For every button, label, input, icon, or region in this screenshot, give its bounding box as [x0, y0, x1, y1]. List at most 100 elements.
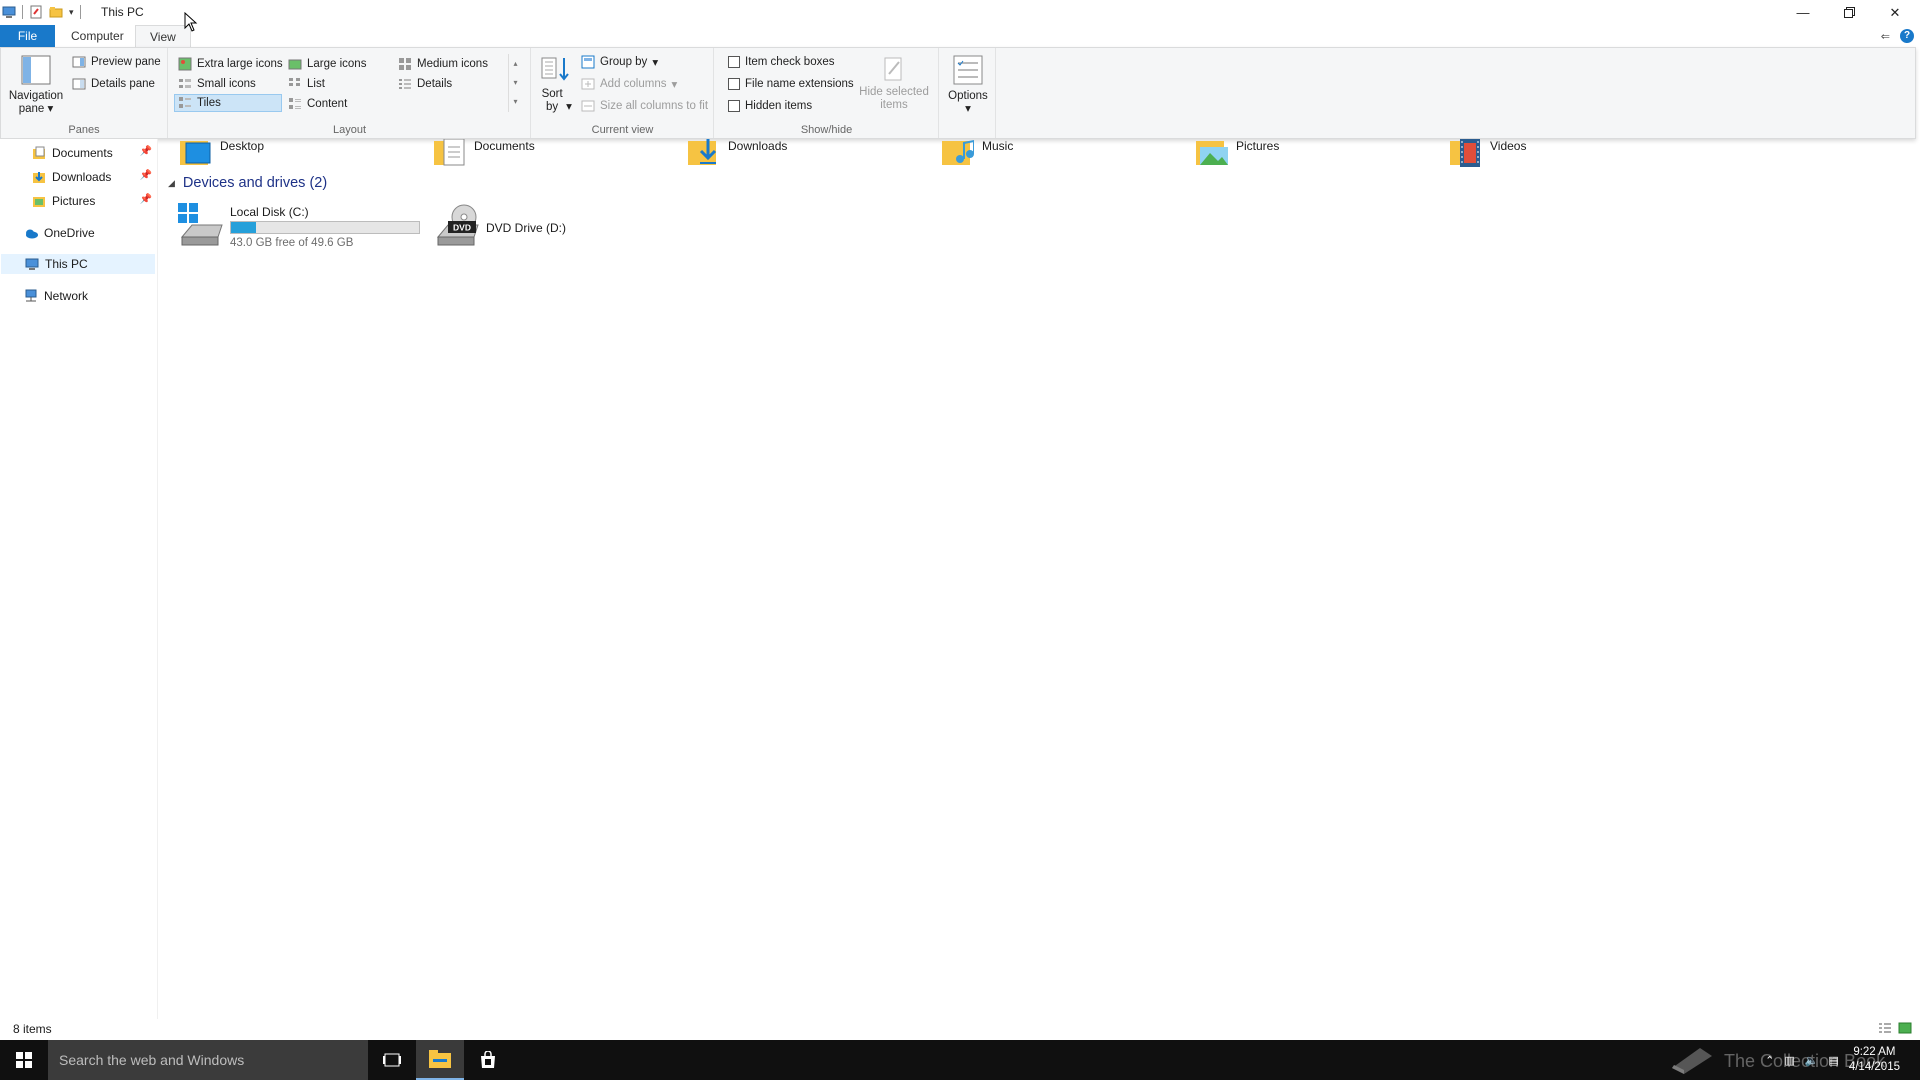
divider: [22, 5, 23, 19]
sort-by-button[interactable]: Sort by ▾: [538, 54, 572, 114]
ribbon-view: Navigation pane ▾ Preview pane Details p…: [0, 47, 1916, 139]
details-view-icon[interactable]: [1878, 1022, 1892, 1037]
layout-content[interactable]: Content: [285, 95, 350, 113]
collapse-triangle-icon[interactable]: ◢: [168, 178, 175, 189]
minimize-ribbon-icon[interactable]: ⇐: [1881, 30, 1890, 43]
task-view-button[interactable]: [368, 1040, 416, 1080]
nav-item-onedrive[interactable]: OneDrive: [0, 222, 156, 244]
close-button[interactable]: ✕: [1872, 0, 1918, 25]
nav-item-documents[interactable]: Documents 📌: [0, 142, 156, 164]
layout-large-icons[interactable]: Large icons: [285, 55, 369, 73]
nav-item-pictures[interactable]: Pictures 📌: [0, 190, 156, 212]
volume-icon[interactable]: 🔈: [1805, 1054, 1819, 1067]
layout-extra-large-icons[interactable]: Extra large icons: [175, 55, 286, 73]
divider: [79, 5, 81, 19]
task-view-icon: [383, 1053, 401, 1067]
start-button[interactable]: [0, 1040, 48, 1080]
folder-pictures[interactable]: Pictures: [1196, 139, 1279, 169]
store-taskbar-button[interactable]: [464, 1040, 512, 1080]
navigation-pane-button[interactable]: Navigation pane ▾: [5, 54, 67, 116]
ribbon-tabs: File Computer View ⇐ ?: [0, 25, 1920, 47]
taskbar: Search the web and Windows The Collectio…: [0, 1040, 1920, 1080]
panes-group: Navigation pane ▾ Preview pane Details p…: [1, 48, 168, 138]
size-all-columns-button[interactable]: Size all columns to fit: [578, 97, 711, 115]
windows-logo-icon: [16, 1052, 32, 1068]
list-icon: [288, 77, 302, 91]
folder-desktop[interactable]: Desktop: [180, 139, 264, 169]
options-button[interactable]: Options ▾: [944, 54, 992, 116]
layout-details[interactable]: Details: [395, 75, 455, 93]
nav-item-downloads[interactable]: Downloads 📌: [0, 166, 156, 188]
item-check-boxes-checkbox[interactable]: [728, 56, 740, 68]
desktop-folder-icon: [180, 139, 212, 167]
details-pane-button[interactable]: Details pane: [69, 75, 158, 93]
group-by-button[interactable]: Group by ▾: [578, 53, 661, 71]
preview-pane-button[interactable]: Preview pane: [69, 53, 164, 71]
layout-tiles[interactable]: Tiles: [174, 94, 282, 112]
action-center-icon[interactable]: ▤: [1828, 1054, 1838, 1067]
documents-icon: [32, 146, 46, 160]
folder-downloads[interactable]: Downloads: [688, 139, 787, 169]
layout-group-label: Layout: [332, 124, 367, 136]
folder-videos[interactable]: Videos: [1450, 139, 1526, 169]
navigation-pane: Documents 📌 Downloads 📌 Pictures 📌 OneDr…: [0, 139, 158, 1019]
drive-d[interactable]: DVD DVD Drive (D:): [434, 201, 634, 251]
downloads-icon: [32, 170, 46, 184]
pin-icon[interactable]: 📌: [140, 194, 152, 205]
layout-gallery-scroll[interactable]: ▴ ▾ ▾: [508, 54, 522, 112]
taskbar-search-box[interactable]: Search the web and Windows: [48, 1040, 368, 1080]
mouse-cursor: [184, 11, 198, 32]
local-disk-icon: [178, 203, 224, 247]
nav-item-this-pc[interactable]: This PC: [0, 253, 156, 275]
current-view-group: Sort by ▾ Group by ▾ Add columns ▾ Size a…: [532, 48, 714, 138]
pin-icon[interactable]: 📌: [140, 146, 152, 157]
tab-computer[interactable]: Computer: [57, 25, 138, 47]
tab-view[interactable]: View: [135, 25, 191, 47]
extra-large-icons-icon: [178, 57, 192, 71]
current-view-group-label: Current view: [591, 124, 654, 136]
hidden-items-checkbox[interactable]: [728, 100, 740, 112]
add-columns-button[interactable]: Add columns ▾: [578, 75, 680, 93]
item-count: 8 items: [13, 1022, 52, 1036]
layout-group: Extra large icons Large icons Medium ico…: [169, 48, 531, 138]
file-name-extensions-checkbox[interactable]: [728, 78, 740, 90]
large-icons-view-icon[interactable]: [1898, 1022, 1912, 1037]
drive-c[interactable]: Local Disk (C:) 43.0 GB free of 49.6 GB: [178, 201, 438, 251]
drive-usage-fill: [231, 222, 256, 233]
restore-button[interactable]: [1826, 0, 1872, 25]
system-tray: ⌃ ▥ 🔈 ▤ 9:22 AM 4/14/2015: [1765, 1040, 1920, 1080]
file-explorer-taskbar-button[interactable]: [416, 1040, 464, 1080]
clock[interactable]: 9:22 AM 4/14/2015: [1849, 1045, 1900, 1075]
layout-medium-icons[interactable]: Medium icons: [395, 55, 491, 73]
panes-group-label: Panes: [68, 124, 100, 136]
layout-list[interactable]: List: [285, 75, 328, 93]
add-columns-icon: [581, 77, 595, 91]
dvd-badge: DVD: [453, 223, 471, 233]
nav-item-network[interactable]: Network: [0, 285, 156, 307]
help-icon[interactable]: ?: [1900, 29, 1914, 43]
hide-selected-items-button[interactable]: Hide selected items: [856, 56, 932, 112]
documents-folder-icon: [434, 138, 466, 167]
drive-usage-bar: [230, 221, 420, 234]
dvd-drive-icon: DVD: [434, 203, 480, 247]
new-folder-icon[interactable]: [49, 5, 63, 19]
item-check-boxes-toggle[interactable]: Item check boxes: [725, 53, 837, 71]
file-name-extensions-toggle[interactable]: File name extensions: [725, 75, 857, 93]
show-hidden-icons-icon[interactable]: ⌃: [1765, 1054, 1774, 1067]
devices-and-drives-header[interactable]: ◢ Devices and drives (2): [168, 175, 327, 191]
tab-file[interactable]: File: [0, 25, 55, 47]
layout-small-icons[interactable]: Small icons: [175, 75, 259, 93]
properties-icon[interactable]: [29, 5, 43, 19]
options-group: Options ▾: [940, 48, 996, 138]
pin-icon[interactable]: 📌: [140, 170, 152, 181]
folder-music[interactable]: Music: [942, 139, 1013, 169]
pictures-folder-icon: [1196, 139, 1228, 167]
status-bar: 8 items: [0, 1019, 1920, 1040]
customize-qat-icon[interactable]: ▾: [69, 7, 74, 18]
this-pc-icon: [25, 257, 39, 271]
folder-documents[interactable]: Documents: [434, 138, 535, 169]
minimize-button[interactable]: —: [1780, 0, 1826, 25]
medium-icons-icon: [398, 57, 412, 71]
network-tray-icon[interactable]: ▥: [1784, 1054, 1794, 1067]
hidden-items-toggle[interactable]: Hidden items: [725, 97, 815, 115]
